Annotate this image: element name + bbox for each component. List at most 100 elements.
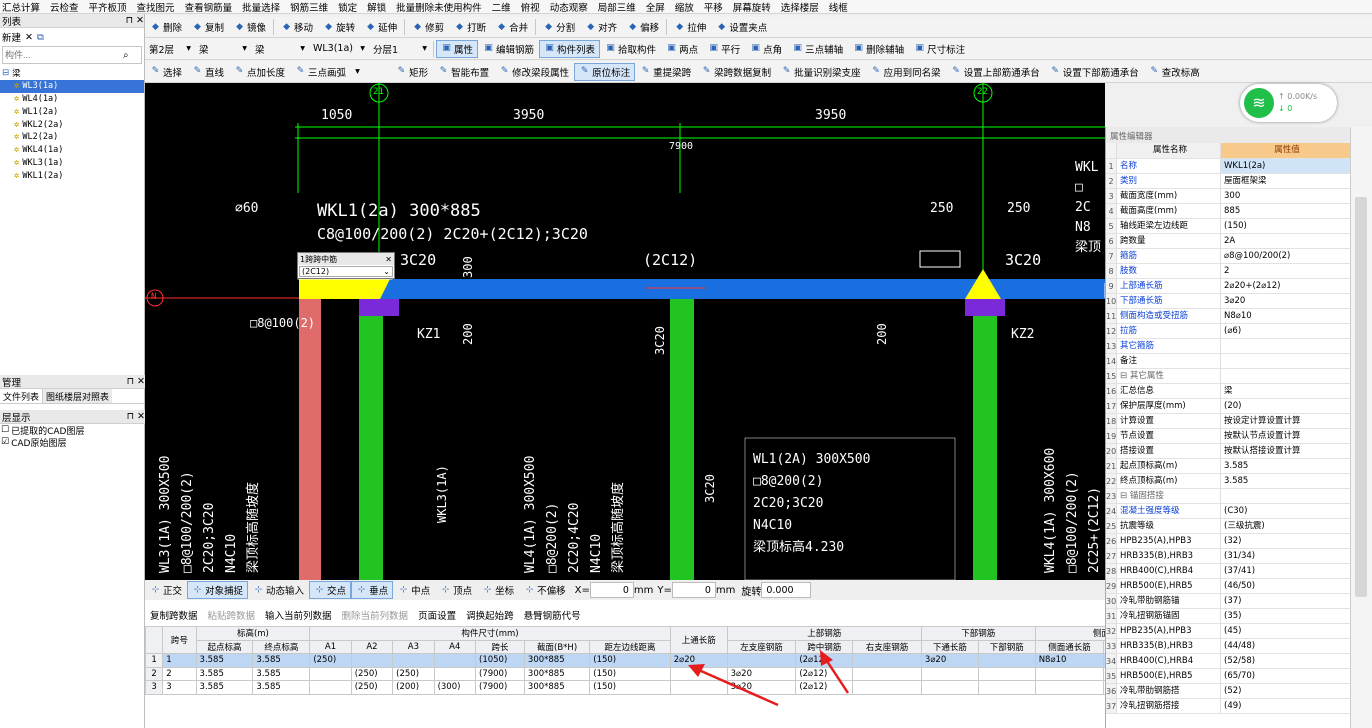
table-cell[interactable]: (1050) <box>475 653 525 668</box>
property-value[interactable] <box>1221 489 1350 503</box>
table-cell[interactable]: 3 <box>162 680 197 695</box>
table-cell[interactable]: 2 <box>162 666 197 681</box>
property-value[interactable]: (31/34) <box>1221 549 1350 563</box>
table-cell[interactable]: (7900) <box>475 680 525 695</box>
table-cell[interactable]: (250) <box>350 666 394 681</box>
menu-item[interactable]: 查找图元 <box>137 0 175 14</box>
snap-button[interactable]: ⊹ 中点 <box>393 581 435 599</box>
property-row[interactable]: 9 上部通长筋 2⌀20+(2⌀12) <box>1106 279 1350 294</box>
menu-item[interactable]: 汇总计算 <box>2 0 40 14</box>
tool-button[interactable]: ◆ 拉伸 <box>669 18 711 36</box>
scrollbar-thumb[interactable] <box>1355 197 1367 597</box>
tab-floor-map[interactable]: 图纸楼层对照表 <box>43 389 113 403</box>
tool-button[interactable]: ◆ 修剪 <box>407 18 449 36</box>
property-row[interactable]: 27 HRB335(B),HRB3 (31/34) <box>1106 549 1350 564</box>
draw-button[interactable]: ✎ 点加长度 <box>229 63 290 81</box>
property-value[interactable] <box>1221 354 1350 368</box>
property-row[interactable]: 7 箍筋 ⌀8@100/200(2) <box>1106 249 1350 264</box>
draw-button[interactable]: ✎ 三点画弧 <box>290 63 351 81</box>
property-row[interactable]: 11 侧面构造或受扭筋 N8⌀10 <box>1106 309 1350 324</box>
property-row[interactable]: 23 ⊟ 锚固搭接 <box>1106 489 1350 504</box>
draw-button[interactable]: ✎ 设置上部筋通承台 <box>946 63 1045 81</box>
menu-item[interactable]: 二维 <box>492 0 511 14</box>
property-row[interactable]: 15 ⊟ 其它属性 <box>1106 369 1350 384</box>
table-cell[interactable]: (2⌀12) <box>795 680 854 695</box>
table-action-button[interactable]: 粘贴跨数据 <box>203 606 261 624</box>
component-button[interactable]: ▣ 点角 <box>745 40 787 58</box>
property-value[interactable] <box>1221 339 1350 353</box>
property-row[interactable]: 6 跨数量 2A <box>1106 234 1350 249</box>
property-value[interactable]: 2 <box>1221 264 1350 278</box>
new-button[interactable]: 新建 <box>2 30 21 44</box>
draw-button[interactable]: ✎ 直线 <box>187 63 229 81</box>
menu-item[interactable]: 查看钢筋量 <box>185 0 233 14</box>
table-action-button[interactable]: 删除当前列数据 <box>337 606 414 624</box>
tool-button[interactable]: ◆ 分割 <box>538 18 580 36</box>
property-row[interactable]: 25 抗震等级 (三级抗震) <box>1106 519 1350 534</box>
table-cell[interactable]: 300*885 <box>523 680 591 695</box>
property-scrollbar[interactable] <box>1350 127 1372 728</box>
tree-item[interactable]: ✲ WKL4(1a) <box>0 144 144 157</box>
search-icon[interactable]: ⌕ <box>123 50 129 61</box>
property-value[interactable]: (37) <box>1221 594 1350 608</box>
table-cell[interactable]: (250) <box>350 680 394 695</box>
menu-item[interactable]: 批量选择 <box>242 0 280 14</box>
tree-item[interactable]: ✲ WKL1(2a) <box>0 169 144 182</box>
table-cell[interactable] <box>852 666 922 681</box>
delete-icon[interactable]: ✕ <box>25 32 33 43</box>
property-value[interactable]: 屋面框架梁 <box>1221 174 1350 188</box>
property-row[interactable]: 28 HRB400(C),HRB4 (37/41) <box>1106 564 1350 579</box>
menu-item[interactable]: 局部三维 <box>598 0 636 14</box>
snap-button[interactable]: ⊹ 垂点 <box>351 581 394 599</box>
property-value[interactable]: 300 <box>1221 189 1350 203</box>
table-cell[interactable]: 2 <box>145 666 164 681</box>
property-value[interactable]: (65/70) <box>1221 669 1350 683</box>
draw-button[interactable]: ✎ 矩形 <box>391 63 433 81</box>
copy-icon[interactable]: ⧉ <box>37 32 44 43</box>
draw-button[interactable]: ✎ 批量识别梁支座 <box>776 63 866 81</box>
table-cell[interactable]: (250) <box>309 653 352 668</box>
checkbox-checked-icon[interactable]: ☑ <box>1 437 9 447</box>
property-row[interactable]: 34 HRB400(C),HRB4 (52/58) <box>1106 654 1350 669</box>
draw-dropdown[interactable]: ▾ <box>351 64 391 80</box>
table-cell[interactable] <box>726 653 797 668</box>
property-value[interactable]: 梁 <box>1221 384 1350 398</box>
table-cell[interactable]: 3⌀20 <box>726 680 797 695</box>
property-value[interactable]: 3.585 <box>1221 459 1350 473</box>
popup-input[interactable]: (2C12) ⌄ <box>299 266 393 277</box>
search-input[interactable] <box>3 50 123 60</box>
tree-item[interactable]: ✲ WKL3(1a) <box>0 157 144 170</box>
table-cell[interactable] <box>309 666 352 681</box>
menu-item[interactable]: 解锁 <box>367 0 386 14</box>
table-action-button[interactable]: 输入当前列数据 <box>260 606 337 624</box>
table-cell[interactable] <box>669 666 728 681</box>
property-value[interactable]: (44/48) <box>1221 639 1350 653</box>
menu-item[interactable]: 平齐板顶 <box>89 0 127 14</box>
property-value[interactable]: 3⌀20 <box>1221 294 1350 308</box>
property-value[interactable]: 按设定计算设置计算 <box>1221 414 1350 428</box>
property-value[interactable]: 3.585 <box>1221 474 1350 488</box>
pin-icon[interactable]: ⊓ ✕ <box>126 15 144 26</box>
table-cell[interactable] <box>392 653 435 668</box>
tree-root[interactable]: ⊟ 梁 <box>0 67 144 80</box>
table-cell[interactable]: N8⌀10 <box>1034 653 1105 668</box>
property-value[interactable]: 按默认搭接设置计算 <box>1221 444 1350 458</box>
layer-item[interactable]: ☑ CAD原始图层 <box>0 436 145 449</box>
property-row[interactable]: 14 备注 <box>1106 354 1350 369</box>
menu-item[interactable]: 缩放 <box>675 0 694 14</box>
draw-button[interactable]: ✎ 查改标高 <box>1144 63 1205 81</box>
property-value[interactable]: WKL1(2a) <box>1221 159 1350 173</box>
property-value[interactable]: (37/41) <box>1221 564 1350 578</box>
component-button[interactable]: ▣ 尺寸标注 <box>909 40 970 58</box>
property-value[interactable]: (150) <box>1221 219 1350 233</box>
table-cell[interactable] <box>977 666 1036 681</box>
table-cell[interactable]: (150) <box>589 680 671 695</box>
tool-button[interactable]: ◆ 打断 <box>449 18 491 36</box>
menu-item[interactable]: 锁定 <box>338 0 357 14</box>
table-cell[interactable]: (150) <box>589 666 671 681</box>
cad-canvas[interactable]: 1050 3950 3950 7900 21 22 N WKL1(2a) 300… <box>145 83 1105 580</box>
property-row[interactable]: 1 名称 WKL1(2a) <box>1106 159 1350 174</box>
table-cell[interactable]: 3.585 <box>252 666 311 681</box>
floor-select[interactable]: 第2层 ▾ <box>145 41 195 57</box>
draw-button[interactable]: ✎ 应用到同名梁 <box>866 63 946 81</box>
